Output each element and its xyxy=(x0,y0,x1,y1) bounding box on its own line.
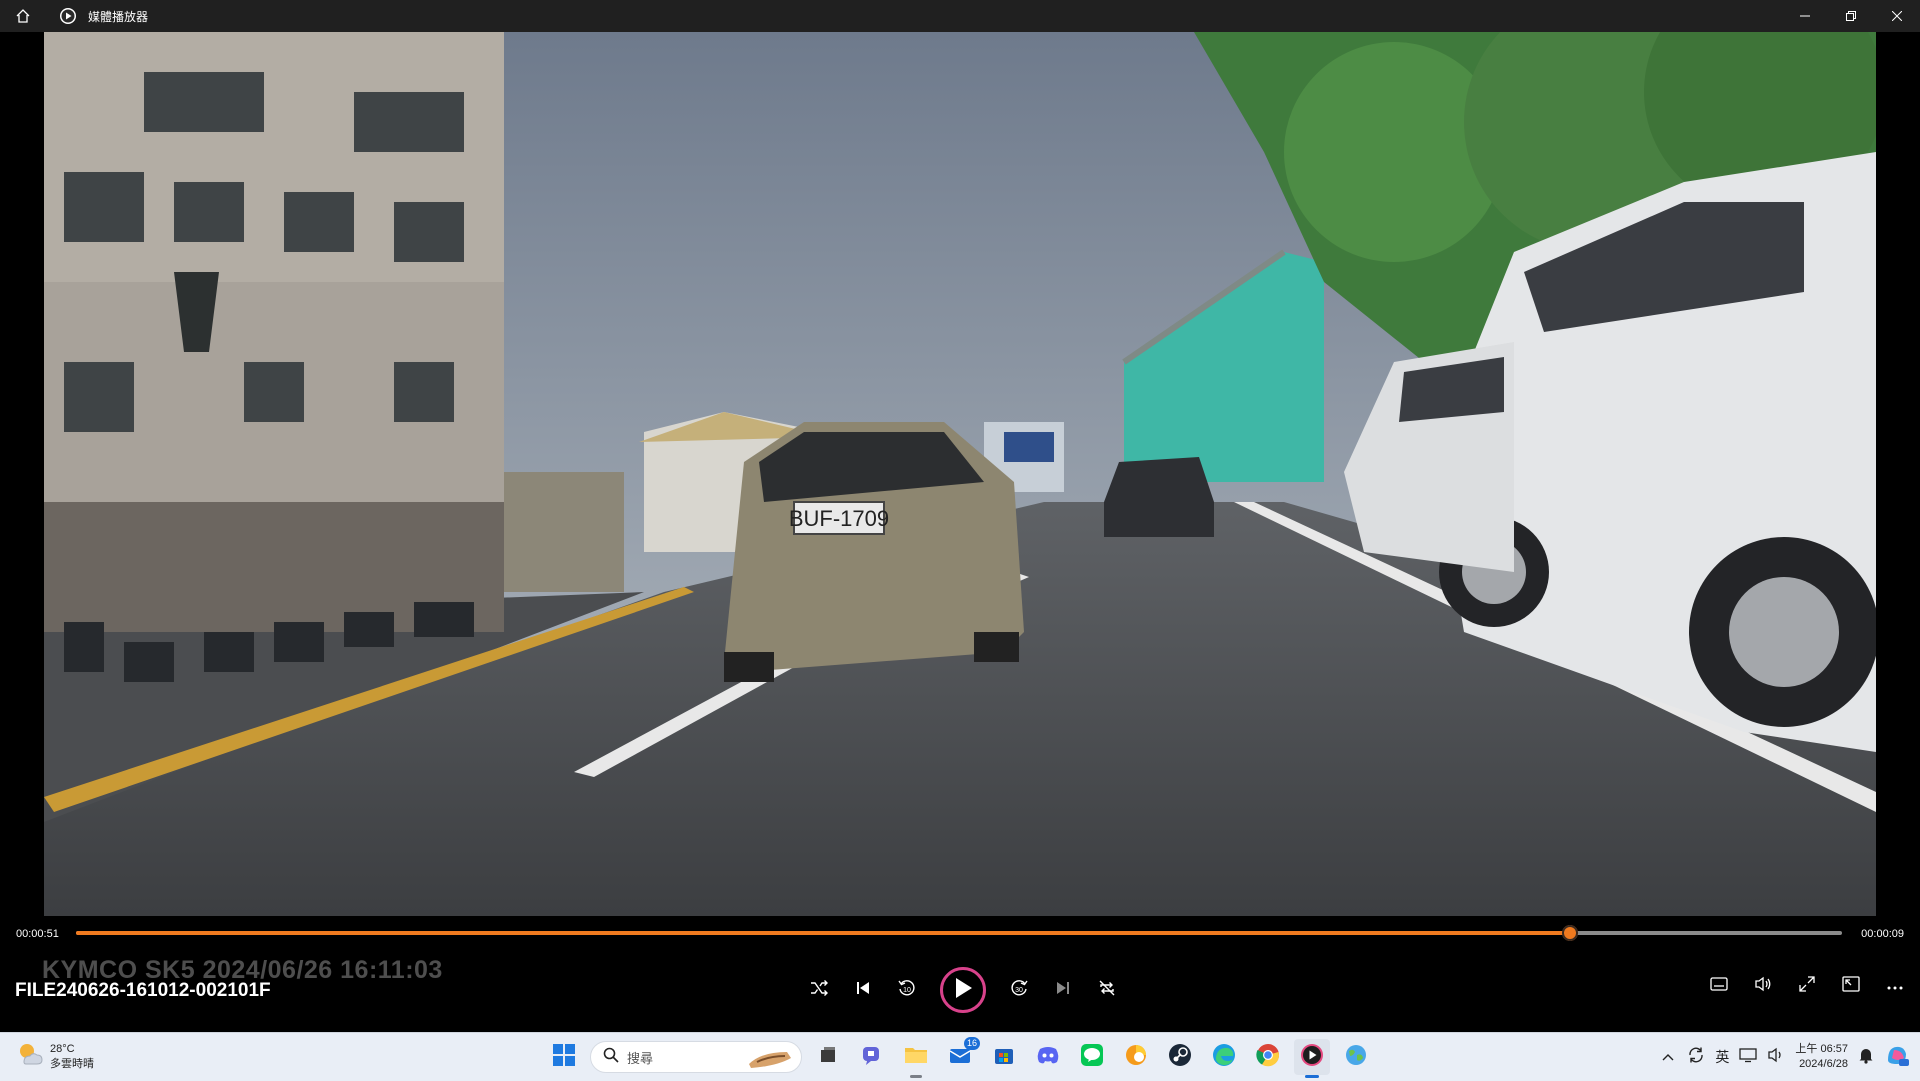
active-indicator xyxy=(1305,1075,1319,1078)
folder-icon xyxy=(904,1045,928,1070)
seek-bar-thumb[interactable] xyxy=(1562,925,1579,941)
skip-next-icon xyxy=(1055,980,1071,1001)
playback-controls: 00:00:51 00:00:09 KYMCO SK5 2024/06/26 1… xyxy=(0,916,1920,1032)
weather-condition: 多雲時晴 xyxy=(50,1057,94,1070)
chrome-button[interactable] xyxy=(1250,1039,1286,1075)
svg-text:30: 30 xyxy=(1015,987,1023,994)
subtitles-icon xyxy=(1710,976,1728,996)
play-icon xyxy=(953,977,973,1004)
show-hidden-icons-button[interactable] xyxy=(1659,1042,1677,1072)
mail-badge: 16 xyxy=(963,1037,980,1050)
more-options-button[interactable] xyxy=(1880,971,1910,1001)
start-button[interactable] xyxy=(546,1039,582,1075)
globe-icon xyxy=(1344,1043,1368,1072)
seek-bar-progress xyxy=(76,931,1571,935)
steam-icon xyxy=(1168,1043,1192,1072)
maps-button[interactable] xyxy=(1338,1039,1374,1075)
mini-player-button[interactable] xyxy=(1836,971,1866,1001)
window-title: 媒體播放器 xyxy=(88,9,149,24)
license-plate: BUF-1709 xyxy=(789,506,889,531)
steam-button[interactable] xyxy=(1162,1039,1198,1075)
minimize-button[interactable] xyxy=(1782,0,1828,32)
subtitles-button[interactable] xyxy=(1704,971,1734,1001)
chrome-icon xyxy=(1256,1043,1280,1072)
file-explorer-button[interactable] xyxy=(898,1039,934,1078)
search-icon xyxy=(603,1047,619,1068)
taskbar-search[interactable]: 搜尋 xyxy=(590,1041,802,1073)
mail-button[interactable]: 16 xyxy=(942,1037,980,1075)
volume-icon xyxy=(1754,976,1772,997)
file-name: FILE240626-161012-002101F xyxy=(15,980,271,1001)
store-icon xyxy=(993,1044,1015,1071)
media-player-app-icon xyxy=(58,6,78,26)
teams-chat-icon xyxy=(861,1044,883,1071)
expand-icon xyxy=(1799,975,1815,997)
edge-button[interactable] xyxy=(1206,1039,1242,1075)
weather-temp: 28°C xyxy=(50,1042,75,1055)
discord-button[interactable] xyxy=(1030,1039,1066,1075)
chevron-up-icon xyxy=(1662,1048,1674,1066)
media-player-taskbar-button[interactable] xyxy=(1294,1039,1330,1078)
video-frame[interactable]: BUF-1709 xyxy=(44,32,1876,916)
restore-button[interactable] xyxy=(1828,0,1874,32)
sync-icon[interactable] xyxy=(1687,1046,1705,1069)
search-highlight-icon xyxy=(747,1046,793,1075)
remaining-time: 00:00:09 xyxy=(1861,928,1904,940)
active-indicator xyxy=(910,1075,922,1078)
clock-time: 上午 06:57 xyxy=(1795,1043,1848,1055)
input-method-indicator[interactable]: 英 xyxy=(1715,1047,1729,1067)
line-button[interactable] xyxy=(1074,1039,1110,1075)
weather-widget[interactable]: 28°C 多雲時晴 xyxy=(16,1040,94,1073)
speaker-icon[interactable] xyxy=(1767,1047,1785,1068)
shuffle-button[interactable] xyxy=(804,975,834,1005)
repeat-off-icon xyxy=(1098,979,1116,1002)
skip-previous-icon xyxy=(855,980,871,1001)
volume-button[interactable] xyxy=(1748,971,1778,1001)
seek-bar[interactable] xyxy=(76,925,1842,941)
current-time: 00:00:51 xyxy=(16,928,59,940)
clock-date: 2024/6/28 xyxy=(1799,1058,1848,1070)
repeat-button[interactable] xyxy=(1092,975,1122,1005)
home-icon[interactable] xyxy=(12,5,34,27)
mini-player-icon xyxy=(1842,975,1860,997)
browser-button[interactable] xyxy=(1118,1039,1154,1075)
teams-button[interactable] xyxy=(854,1039,890,1075)
partly-cloudy-icon xyxy=(16,1040,44,1073)
play-button[interactable] xyxy=(940,967,986,1013)
line-icon xyxy=(1080,1043,1104,1072)
network-icon[interactable] xyxy=(1739,1047,1758,1068)
notification-bell-icon[interactable] xyxy=(1858,1046,1874,1069)
copilot-icon[interactable] xyxy=(1884,1042,1910,1073)
rewind-10-button[interactable]: 10 xyxy=(892,975,922,1005)
forward-30-button[interactable]: 30 xyxy=(1004,975,1034,1005)
windows-logo-icon xyxy=(553,1043,575,1071)
taskbar-clock[interactable]: 上午 06:57 2024/6/28 xyxy=(1795,1042,1848,1072)
task-view-icon xyxy=(818,1045,838,1070)
svg-text:10: 10 xyxy=(903,987,911,994)
taskbar: 28°C 多雲時晴 搜尋 16 英 上午 06:57 2024/6/28 xyxy=(0,1032,1920,1081)
more-icon xyxy=(1887,977,1903,995)
edge-icon xyxy=(1212,1043,1236,1072)
forward-30-icon: 30 xyxy=(1009,978,1029,1003)
next-button[interactable] xyxy=(1048,975,1078,1005)
browser-app-icon xyxy=(1124,1043,1148,1072)
task-view-button[interactable] xyxy=(810,1039,846,1075)
previous-button[interactable] xyxy=(848,975,878,1005)
search-placeholder: 搜尋 xyxy=(627,1050,654,1066)
title-bar: 媒體播放器 xyxy=(0,0,1920,32)
discord-icon xyxy=(1036,1045,1060,1070)
rewind-10-icon: 10 xyxy=(897,978,917,1003)
shuffle-icon xyxy=(810,979,828,1002)
store-button[interactable] xyxy=(986,1039,1022,1075)
fullscreen-button[interactable] xyxy=(1792,971,1822,1001)
media-player-icon xyxy=(1300,1043,1324,1072)
close-button[interactable] xyxy=(1874,0,1920,32)
